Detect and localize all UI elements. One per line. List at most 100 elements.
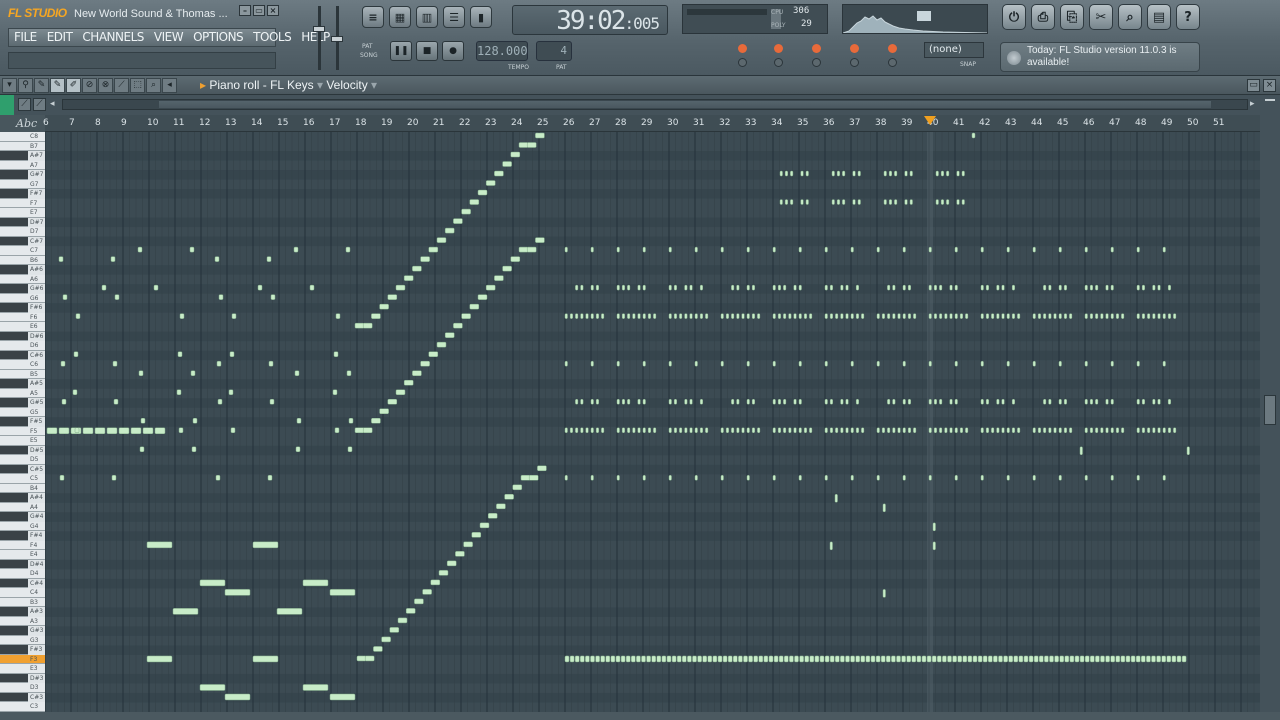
note[interactable] — [894, 199, 898, 205]
note[interactable] — [436, 341, 447, 348]
note[interactable] — [526, 246, 537, 253]
note[interactable] — [697, 655, 702, 663]
note[interactable] — [621, 284, 625, 291]
note[interactable] — [946, 199, 950, 205]
note[interactable] — [616, 284, 620, 291]
piano-key[interactable]: F#6 — [0, 303, 42, 313]
note[interactable] — [798, 398, 802, 405]
note[interactable] — [743, 655, 748, 663]
note[interactable] — [600, 655, 605, 663]
note[interactable] — [784, 655, 789, 663]
piano-key[interactable]: G#6 — [0, 284, 44, 294]
note[interactable] — [1084, 475, 1088, 481]
note[interactable] — [1115, 427, 1119, 434]
note[interactable] — [1089, 284, 1093, 291]
note[interactable] — [783, 398, 787, 405]
note[interactable] — [646, 655, 651, 663]
note[interactable] — [909, 199, 913, 205]
piano-key[interactable]: E3 — [0, 664, 45, 674]
note[interactable] — [1053, 313, 1057, 319]
note[interactable] — [1064, 655, 1070, 663]
note[interactable] — [689, 313, 693, 319]
note[interactable] — [651, 655, 656, 663]
note[interactable] — [1001, 427, 1005, 434]
note[interactable] — [177, 351, 183, 357]
note[interactable] — [1110, 313, 1114, 319]
note[interactable] — [939, 313, 943, 319]
note[interactable] — [946, 170, 950, 177]
note[interactable] — [829, 313, 833, 319]
note[interactable] — [831, 199, 835, 205]
note[interactable] — [840, 398, 844, 405]
note[interactable] — [865, 655, 871, 663]
piano-key[interactable]: F3 — [0, 654, 45, 665]
note[interactable] — [146, 655, 173, 663]
note[interactable] — [1100, 313, 1104, 319]
toggle-led[interactable] — [774, 58, 783, 67]
vertical-scrollbar[interactable] — [1260, 115, 1280, 712]
note[interactable] — [453, 322, 463, 329]
note[interactable] — [1032, 427, 1036, 434]
note[interactable] — [907, 313, 911, 319]
note[interactable] — [886, 655, 891, 663]
note[interactable] — [1059, 655, 1064, 663]
note[interactable] — [1162, 313, 1166, 319]
note[interactable] — [461, 313, 471, 319]
note[interactable] — [1121, 427, 1125, 434]
note[interactable] — [537, 465, 547, 472]
note[interactable] — [642, 313, 646, 319]
note[interactable] — [653, 313, 657, 319]
note[interactable] — [520, 475, 531, 481]
piano-key[interactable]: D7 — [0, 227, 45, 237]
note[interactable] — [736, 313, 740, 319]
note[interactable] — [627, 398, 631, 405]
note[interactable] — [1141, 427, 1145, 434]
note[interactable] — [1074, 655, 1080, 663]
toggle-led[interactable] — [738, 44, 747, 53]
note[interactable] — [252, 541, 279, 549]
search-icon[interactable]: ⌕ — [1118, 4, 1142, 30]
note[interactable] — [840, 284, 844, 291]
note[interactable] — [694, 427, 698, 434]
note[interactable] — [526, 142, 537, 148]
ruler-label[interactable]: Abc — [0, 115, 45, 132]
note[interactable] — [928, 313, 932, 319]
note[interactable] — [673, 284, 677, 291]
note[interactable] — [1110, 427, 1114, 434]
note[interactable] — [642, 360, 646, 367]
note[interactable] — [381, 636, 391, 643]
note[interactable] — [1157, 313, 1161, 319]
note[interactable] — [965, 313, 969, 319]
note[interactable] — [625, 655, 631, 663]
piano-key[interactable]: E7 — [0, 208, 45, 218]
note[interactable] — [928, 475, 932, 481]
note[interactable] — [111, 475, 117, 481]
note[interactable] — [894, 170, 898, 177]
note[interactable] — [956, 170, 960, 177]
note[interactable] — [717, 655, 723, 663]
note[interactable] — [1011, 427, 1015, 434]
note[interactable] — [932, 522, 936, 532]
note[interactable] — [985, 284, 989, 291]
piano-key[interactable]: B3 — [0, 597, 45, 608]
note[interactable] — [887, 427, 891, 434]
note[interactable] — [373, 646, 383, 652]
piano-key[interactable]: B5 — [0, 369, 45, 380]
note[interactable] — [74, 427, 80, 434]
note[interactable] — [146, 541, 173, 549]
note[interactable] — [621, 427, 625, 434]
note[interactable] — [403, 379, 414, 386]
note[interactable] — [1090, 655, 1095, 663]
note[interactable] — [1105, 427, 1109, 434]
note[interactable] — [1084, 360, 1088, 367]
note[interactable] — [913, 427, 917, 434]
note[interactable] — [772, 360, 776, 367]
note[interactable] — [684, 313, 688, 319]
note[interactable] — [850, 427, 854, 434]
note[interactable] — [913, 313, 917, 319]
note[interactable] — [861, 427, 865, 434]
note[interactable] — [850, 246, 854, 253]
note[interactable] — [684, 427, 688, 434]
note[interactable] — [1006, 475, 1010, 481]
note[interactable] — [605, 655, 611, 663]
